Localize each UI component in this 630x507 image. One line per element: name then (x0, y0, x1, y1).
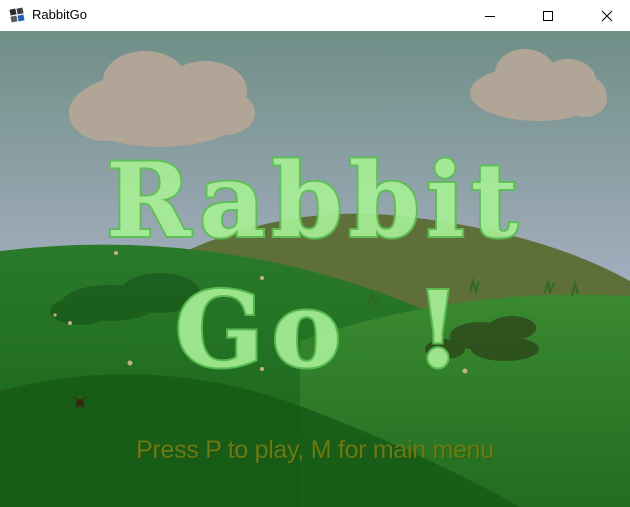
minimize-button[interactable] (467, 0, 513, 31)
game-title-exclaim: ! (415, 268, 461, 391)
window-title: RabbitGo (32, 7, 87, 22)
close-button[interactable] (584, 0, 630, 31)
start-prompt: Press P to play, M for main menu (136, 436, 494, 464)
close-icon (601, 10, 613, 21)
app-window: RabbitGo Rabbit Go ! Press P to play, M … (0, 0, 630, 507)
minimize-icon (485, 15, 495, 17)
game-title-go: Go (175, 268, 349, 391)
title-bar[interactable]: RabbitGo (0, 0, 630, 31)
game-title-rabbit: Rabbit (106, 141, 524, 261)
maximize-icon (543, 10, 553, 21)
game-canvas[interactable]: Rabbit Go ! Press P to play, M for main … (0, 31, 630, 507)
maximize-button[interactable] (525, 0, 571, 31)
rabbitgo-app-icon (9, 7, 25, 23)
